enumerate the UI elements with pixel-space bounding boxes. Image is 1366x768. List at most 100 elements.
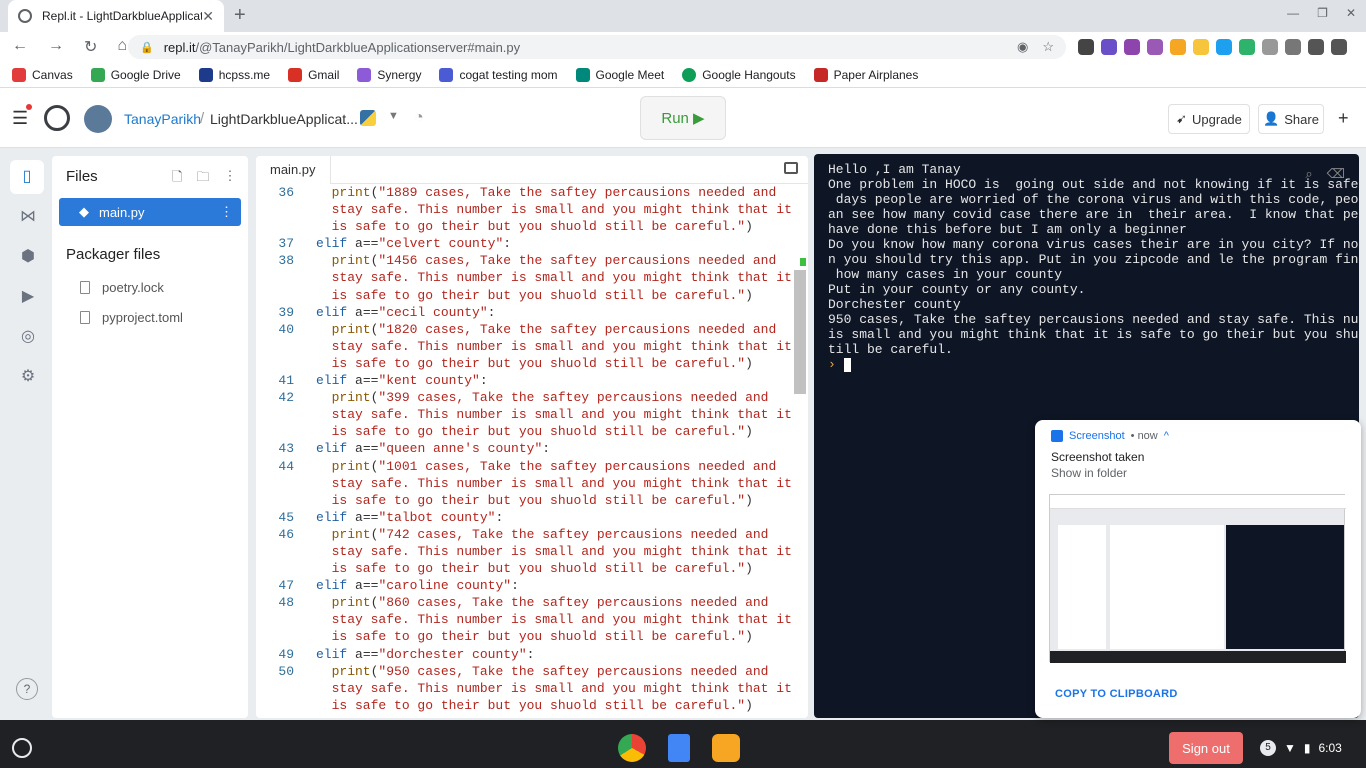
code-line[interactable]: stay safe. This number is small and you … (256, 475, 796, 492)
screenshot-notification[interactable]: Screenshot • now ^ Screenshot taken Show… (1035, 420, 1361, 718)
address-bar[interactable]: 🔒 repl.it/@TanayParikh/LightDarkblueAppl… (128, 35, 1066, 59)
bookmark-google-hangouts[interactable]: Google Hangouts (682, 67, 796, 82)
code-line[interactable]: stay safe. This number is small and you … (256, 406, 796, 423)
code-line[interactable]: stay safe. This number is small and you … (256, 269, 796, 286)
extension-icon[interactable] (1285, 39, 1301, 55)
close-tab-icon[interactable]: ✕ (202, 8, 214, 25)
code-line[interactable]: 37 elif a=="celvert county": (256, 235, 796, 252)
debugger-icon[interactable]: ▶ (18, 286, 38, 306)
code-line[interactable]: is safe to go their but you shuold still… (256, 423, 796, 440)
bookmark-gmail[interactable]: Gmail (288, 67, 339, 82)
console-prompt[interactable]: › (828, 357, 1348, 372)
file-item-main-py[interactable]: ◆ main.py ⋮ (59, 198, 241, 226)
files-icon[interactable]: ▯ (10, 160, 44, 194)
new-folder-icon[interactable]: 🗀 (196, 168, 209, 190)
minimize-icon[interactable]: — (1287, 6, 1299, 20)
extension-icon[interactable] (1101, 39, 1117, 55)
code-line[interactable]: 48 print("860 cases, Take the saftey per… (256, 594, 796, 611)
reload-icon[interactable]: ↻ (84, 37, 97, 57)
replit-logo-icon[interactable] (44, 105, 70, 131)
editor-scrollbar[interactable] (794, 270, 806, 394)
screenshot-thumbnail[interactable] (1049, 494, 1346, 663)
avatar[interactable] (84, 105, 112, 133)
docs-icon[interactable] (668, 734, 690, 762)
file-menu-icon[interactable]: ⋮ (220, 204, 233, 220)
chevron-up-icon[interactable]: ^ (1164, 430, 1169, 442)
bookmark-paper-airplanes[interactable]: Paper Airplanes (813, 67, 918, 82)
code-line[interactable]: is safe to go their but you shuold still… (256, 492, 796, 509)
forward-icon[interactable]: → (48, 37, 64, 57)
code-line[interactable]: 40 print("1820 cases, Take the saftey pe… (256, 321, 796, 338)
code-line[interactable]: is safe to go their but you shuold still… (256, 697, 796, 714)
extension-icon[interactable] (1170, 39, 1186, 55)
share-graph-icon[interactable]: ⋈ (18, 206, 38, 226)
history-icon[interactable]: ◔ (414, 109, 424, 127)
code-line[interactable]: 38 print("1456 cases, Take the saftey pe… (256, 252, 796, 269)
show-in-folder-link[interactable]: Show in folder (1051, 466, 1127, 480)
scratch-icon[interactable] (712, 734, 740, 762)
bookmark-canvas[interactable]: Canvas (12, 67, 73, 82)
bookmark-google-drive[interactable]: Google Drive (90, 67, 181, 82)
code-line[interactable]: 39 elif a=="cecil county": (256, 304, 796, 321)
extension-icon[interactable] (1193, 39, 1209, 55)
upgrade-button[interactable]: ➹ Upgrade (1168, 104, 1250, 134)
location-icon[interactable]: ◉ (1017, 39, 1028, 55)
code-line[interactable]: 41 elif a=="kent county": (256, 372, 796, 389)
owner-link[interactable]: TanayParikh (124, 111, 201, 127)
extension-icon[interactable] (1124, 39, 1140, 55)
code-line[interactable]: 43 elif a=="queen anne's county": (256, 440, 796, 457)
system-tray[interactable]: 5 ▼ ▮ 6:03 (1260, 740, 1342, 756)
bookmark-synergy[interactable]: Synergy (357, 67, 421, 82)
code-line[interactable]: stay safe. This number is small and you … (256, 201, 796, 218)
code-editor[interactable]: main.py 36 print("1889 cases, Take the s… (256, 156, 808, 718)
extension-icon[interactable] (1239, 39, 1255, 55)
share-button[interactable]: 👤 Share (1258, 104, 1324, 134)
code-line[interactable]: 47 elif a=="caroline county": (256, 577, 796, 594)
extension-icon[interactable] (1078, 39, 1094, 55)
extension-icon[interactable] (1147, 39, 1163, 55)
file-item-poetry-lock[interactable]: poetry.lock (80, 280, 164, 295)
panel-toggle-icon[interactable] (784, 162, 798, 174)
bookmark-google-meet[interactable]: Google Meet (575, 67, 664, 82)
sign-out-button[interactable]: Sign out (1169, 732, 1243, 764)
bookmark-cogat[interactable]: cogat testing mom (439, 67, 558, 82)
code-line[interactable]: is safe to go their but you shuold still… (256, 355, 796, 372)
more-options-icon[interactable]: ⋮ (223, 168, 236, 190)
code-line[interactable]: 45 elif a=="talbot county": (256, 509, 796, 526)
code-line[interactable]: 50 print("950 cases, Take the saftey per… (256, 663, 796, 680)
chevron-down-icon[interactable]: ▼ (388, 110, 399, 122)
back-icon[interactable]: ← (12, 37, 28, 57)
puzzle-icon[interactable] (1308, 39, 1324, 55)
code-line[interactable]: 36 print("1889 cases, Take the saftey pe… (256, 184, 796, 201)
package-icon[interactable]: ⬢ (18, 246, 38, 266)
new-tab-button[interactable]: + (234, 4, 246, 27)
help-icon[interactable]: ? (16, 678, 38, 700)
run-button[interactable]: Run ▶ (640, 96, 726, 140)
bookmark-star-icon[interactable]: ☆ (1042, 39, 1054, 55)
code-line[interactable]: stay safe. This number is small and you … (256, 543, 796, 560)
extension-icon[interactable] (1262, 39, 1278, 55)
code-line[interactable]: stay safe. This number is small and you … (256, 611, 796, 628)
code-line[interactable]: 44 print("1001 cases, Take the saftey pe… (256, 458, 796, 475)
code-line[interactable]: is safe to go their but you shuold still… (256, 218, 796, 235)
settings-gear-icon[interactable]: ⚙ (18, 366, 38, 386)
add-button[interactable]: + (1338, 108, 1349, 129)
code-line[interactable]: stay safe. This number is small and you … (256, 338, 796, 355)
code-line[interactable]: is safe to go their but you shuold still… (256, 560, 796, 577)
home-icon[interactable]: ⌂ (117, 37, 127, 57)
new-file-icon[interactable]: 🗋 (172, 168, 182, 190)
chrome-icon[interactable] (618, 734, 646, 762)
code-line[interactable]: 49 elif a=="dorchester county": (256, 646, 796, 663)
code-line[interactable]: 42 print("399 cases, Take the saftey per… (256, 389, 796, 406)
file-item-pyproject[interactable]: pyproject.toml (80, 310, 183, 325)
copy-to-clipboard-button[interactable]: COPY TO CLIPBOARD (1055, 688, 1178, 700)
code-line[interactable]: 46 print("742 cases, Take the saftey per… (256, 526, 796, 543)
menu-dots-icon[interactable] (1331, 39, 1347, 55)
code-line[interactable]: stay safe. This number is small and you … (256, 680, 796, 697)
bookmark-hcpss[interactable]: hcpss.me (198, 67, 270, 82)
tab-main-py[interactable]: main.py (256, 156, 331, 184)
code-line[interactable]: is safe to go their but you shuold still… (256, 287, 796, 304)
code-line[interactable]: is safe to go their but you shuold still… (256, 628, 796, 645)
restore-icon[interactable]: ❐ (1317, 6, 1328, 20)
extension-icon[interactable] (1216, 39, 1232, 55)
